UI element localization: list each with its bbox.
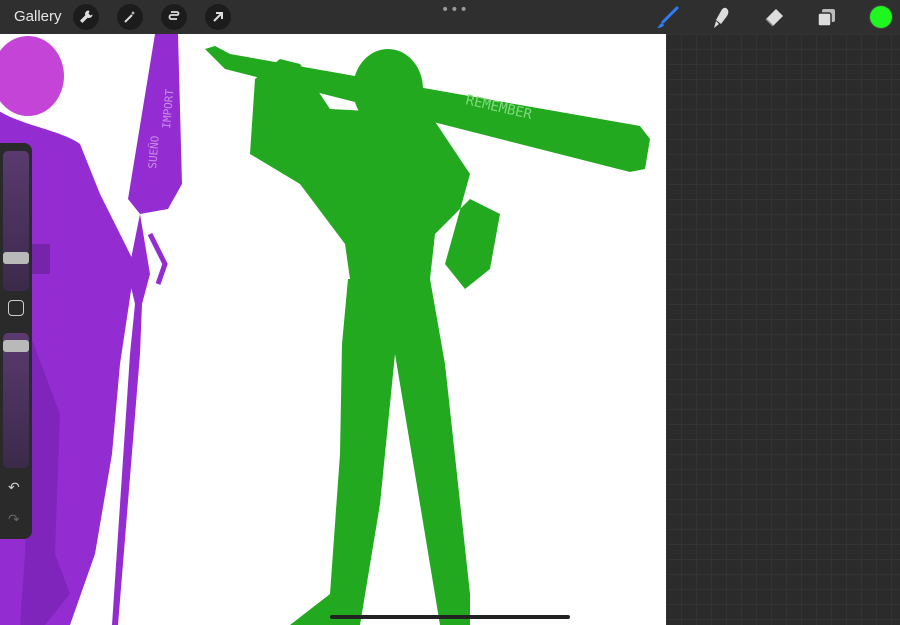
smudge-icon[interactable]: [708, 5, 734, 31]
artwork: SUEÑO IMPORT REMEMBER: [0, 34, 650, 625]
magic-wand-icon[interactable]: [117, 4, 143, 30]
more-options-button[interactable]: •••: [441, 2, 469, 18]
modify-button[interactable]: [8, 300, 24, 316]
gallery-button[interactable]: Gallery: [14, 8, 62, 25]
drawing-canvas[interactable]: SUEÑO IMPORT REMEMBER: [0, 34, 666, 625]
opacity-thumb[interactable]: [3, 340, 29, 352]
brush-size-slider[interactable]: [3, 151, 29, 291]
opacity-slider[interactable]: [3, 333, 29, 468]
redo-icon[interactable]: ↷: [8, 512, 24, 528]
top-toolbar: Gallery •••: [0, 0, 900, 34]
undo-icon[interactable]: ↶: [8, 480, 24, 496]
layers-icon[interactable]: [814, 5, 840, 31]
selection-icon[interactable]: [161, 4, 187, 30]
eraser-icon[interactable]: [761, 5, 787, 31]
wrench-icon[interactable]: [73, 4, 99, 30]
green-character-illustration: [205, 46, 650, 625]
brush-icon[interactable]: [655, 5, 681, 31]
side-grid-panel: [666, 34, 900, 625]
home-indicator: [330, 615, 570, 619]
brush-sidebar: ↶ ↷: [0, 143, 32, 539]
brush-size-thumb[interactable]: [3, 252, 29, 264]
transform-arrow-icon[interactable]: [205, 4, 231, 30]
color-swatch[interactable]: [870, 6, 892, 28]
